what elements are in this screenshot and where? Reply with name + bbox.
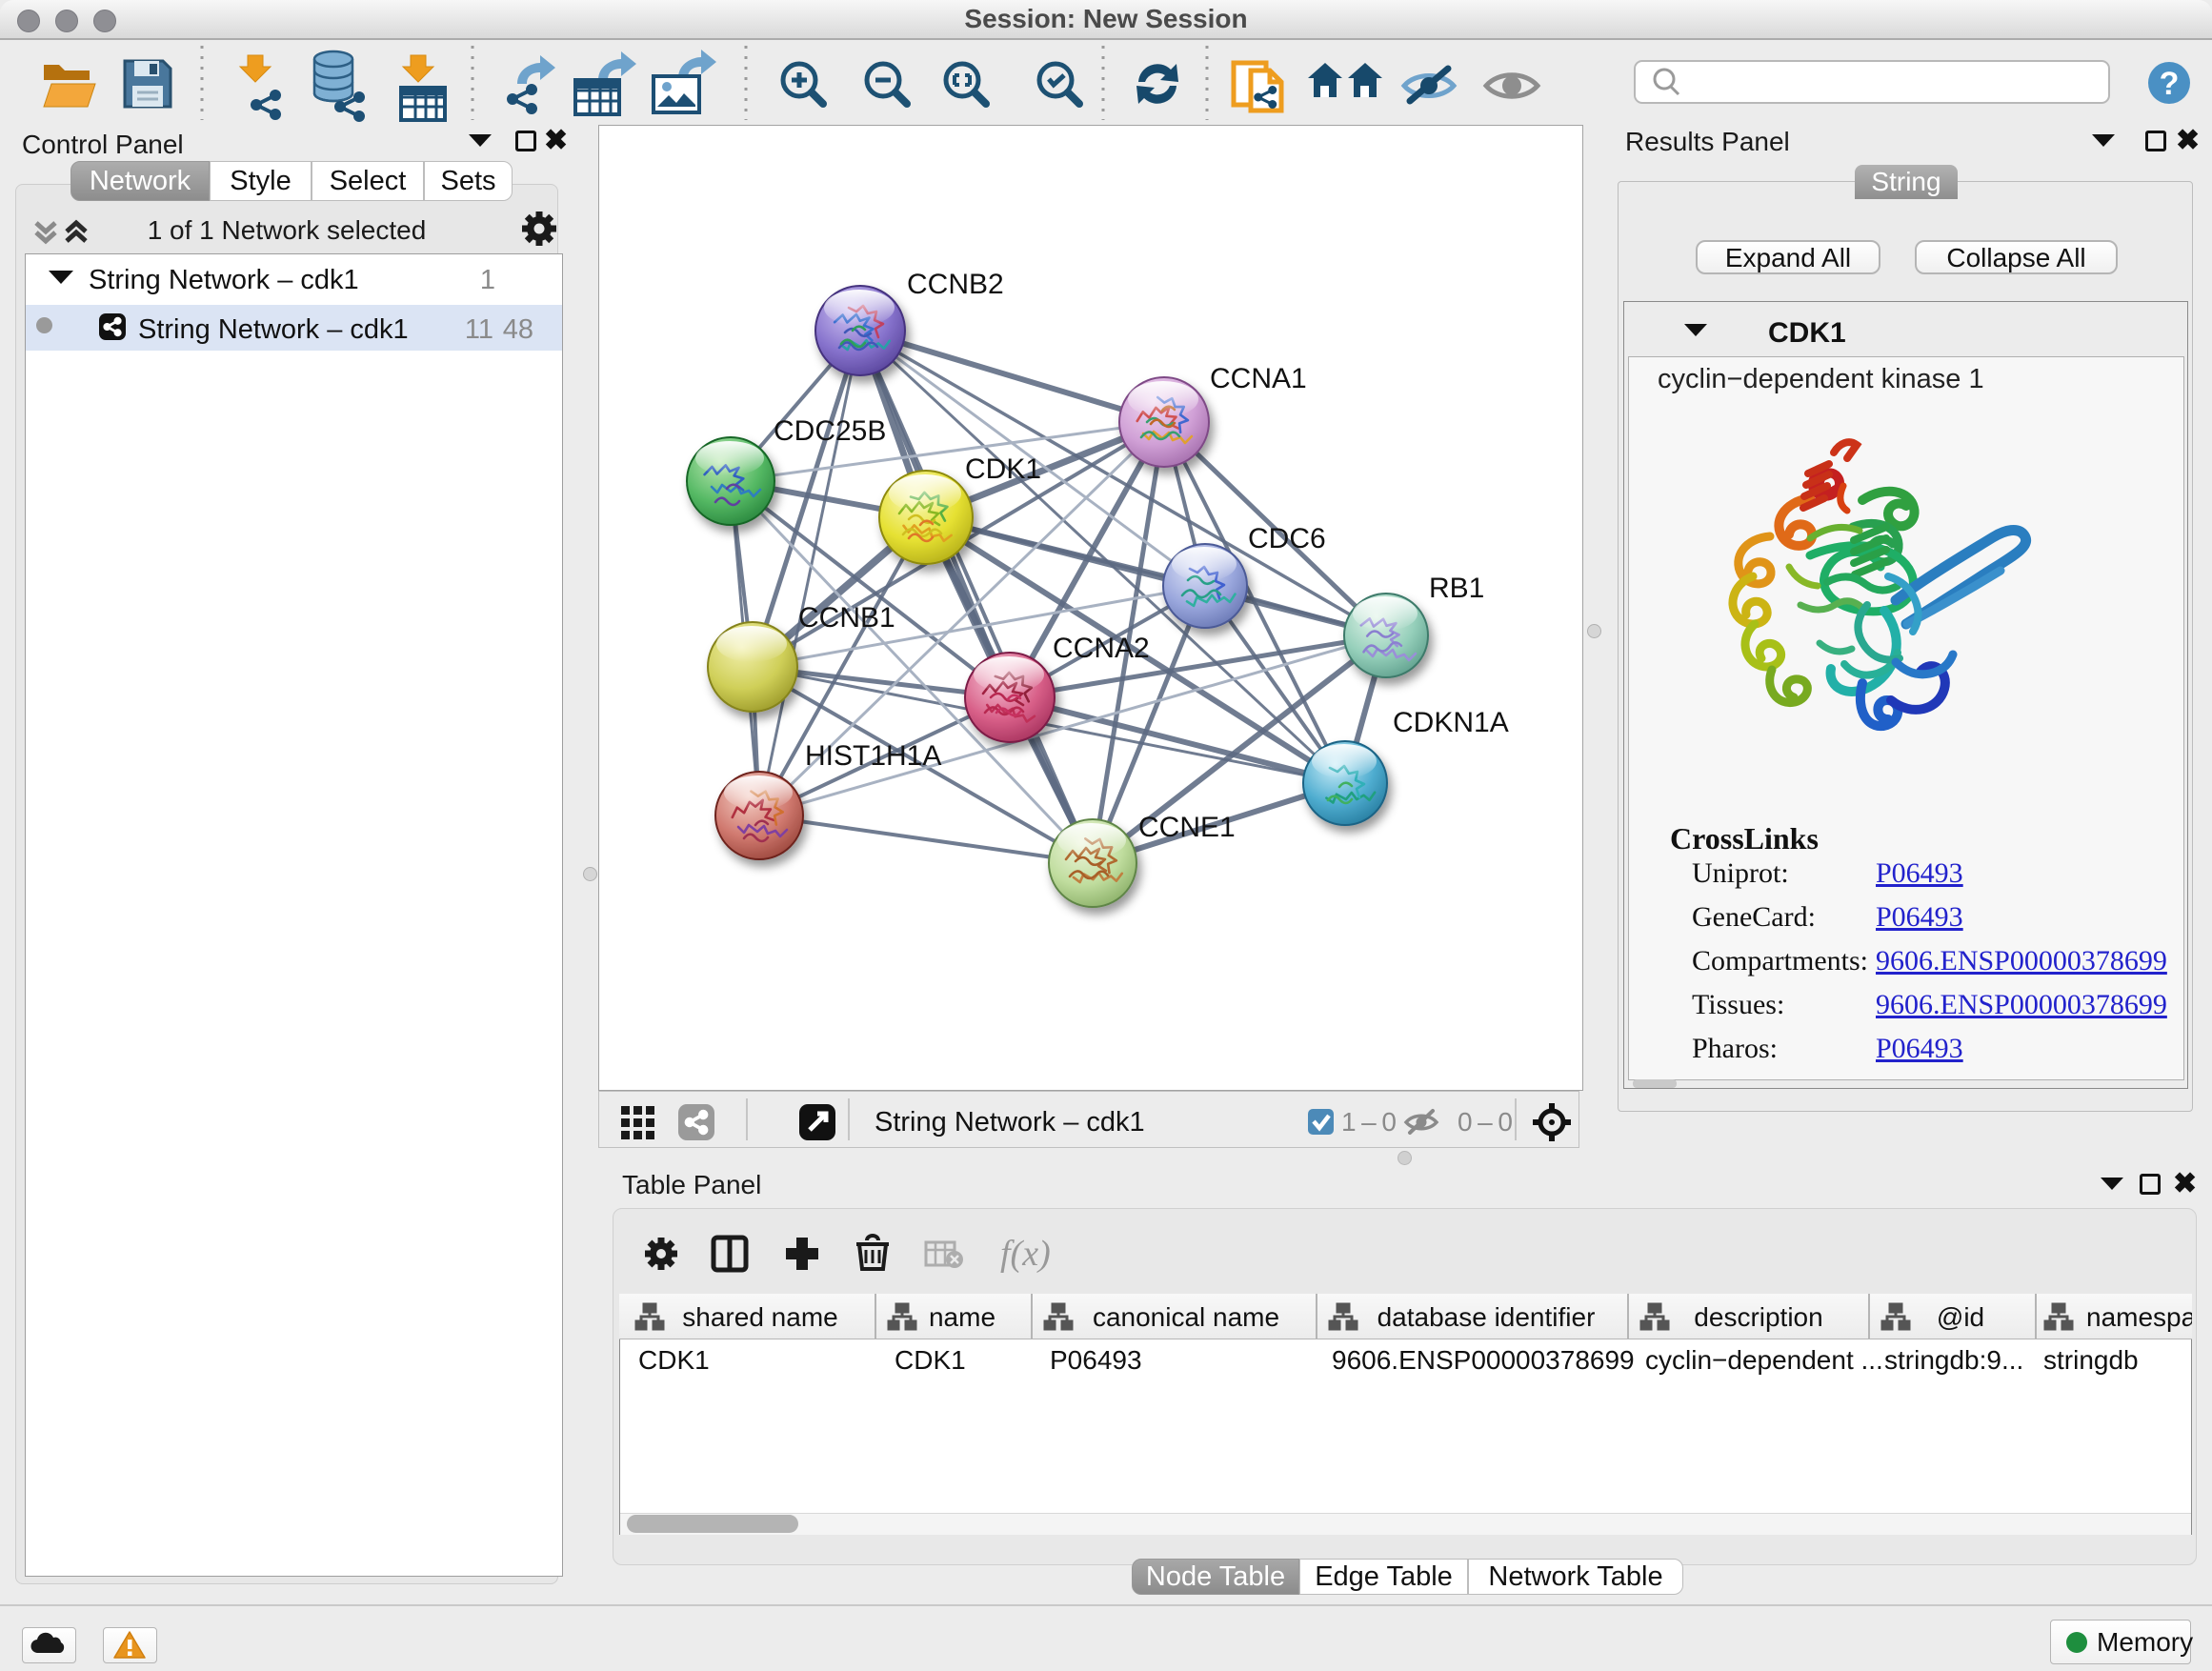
- svg-text:shared name: shared name: [682, 1302, 837, 1332]
- svg-text:String Network – cdk1: String Network – cdk1: [875, 1107, 1145, 1137]
- svg-text:1 – 0: 1 – 0: [1341, 1107, 1397, 1137]
- svg-text:0 – 0: 0 – 0: [1458, 1107, 1513, 1137]
- svg-text:name: name: [929, 1302, 995, 1332]
- svg-text:CCNE1: CCNE1: [1138, 812, 1236, 843]
- svg-text:CDC6: CDC6: [1248, 523, 1326, 554]
- svg-text:CCNA1: CCNA1: [1210, 363, 1307, 394]
- svg-text:HIST1H1A: HIST1H1A: [805, 740, 941, 772]
- svg-text:CCNB1: CCNB1: [798, 602, 895, 634]
- svg-text:f(x): f(x): [1000, 1234, 1051, 1274]
- svg-text:CDKN1A: CDKN1A: [1393, 707, 1509, 738]
- svg-text:@id: @id: [1937, 1302, 1984, 1332]
- svg-text:CDC25B: CDC25B: [774, 415, 886, 447]
- svg-text:description: description: [1694, 1302, 1822, 1332]
- svg-text:CCNA2: CCNA2: [1053, 633, 1150, 664]
- svg-text:CDK1: CDK1: [965, 453, 1041, 485]
- svg-text:namespac: namespac: [2086, 1302, 2192, 1332]
- svg-text:RB1: RB1: [1429, 573, 1484, 604]
- svg-text:canonical name: canonical name: [1093, 1302, 1279, 1332]
- svg-text:CCNB2: CCNB2: [907, 269, 1004, 300]
- svg-text:?: ?: [2160, 66, 2180, 102]
- svg-text:database identifier: database identifier: [1377, 1302, 1596, 1332]
